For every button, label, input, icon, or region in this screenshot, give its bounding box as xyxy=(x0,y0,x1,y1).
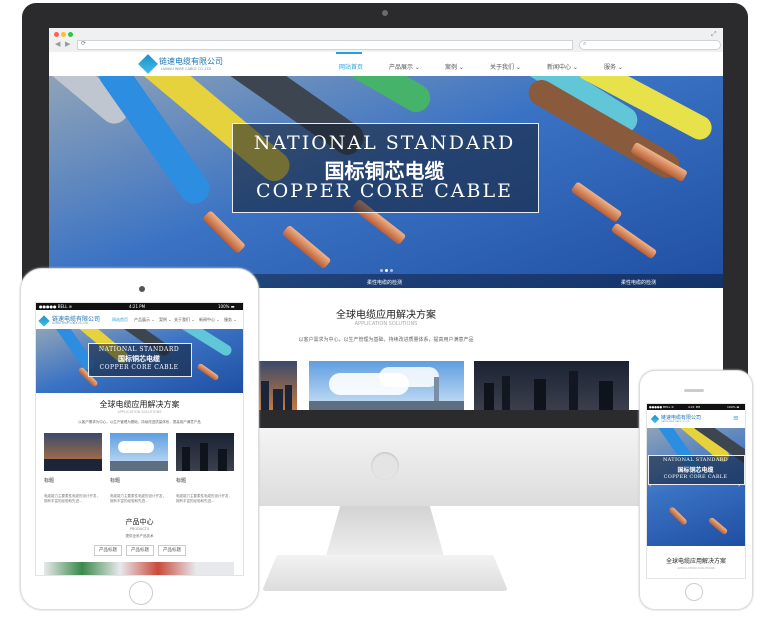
tablet-screen: ●●●●● BELL ≋ 4:21 PM 100% ▬ 链速电缆有限公司 LIA… xyxy=(35,302,244,576)
apple-logo-icon xyxy=(371,452,399,480)
tablet-nav-service[interactable]: 服务 ⌄ xyxy=(224,317,237,323)
phone-battery: 100% ▬ xyxy=(727,405,740,409)
phone-carrier: ●●●●● BELL ≋ xyxy=(649,405,674,409)
reload-icon[interactable]: ⟳ xyxy=(81,41,86,47)
menu-icon[interactable]: ≡ xyxy=(733,414,739,422)
imac-stand-foot xyxy=(262,555,508,591)
tablet-battery: 100% ▬ xyxy=(218,304,235,309)
solution-image-city-night[interactable] xyxy=(257,361,297,410)
phone-company-en: LIANSU WIRE CABLE CO.,LTD xyxy=(661,421,690,423)
phone-hero-next-icon[interactable]: › xyxy=(738,483,740,489)
hero-caption-left[interactable]: 柔性电缆的检测 xyxy=(367,279,402,286)
tablet-solution-text-3: 电缆能力主要柔性电缆的设计开发，拥有丰富的经验和先进... xyxy=(176,494,232,503)
tablet-nav-home[interactable]: 网站首页 xyxy=(112,317,128,323)
tablet-product-button-1[interactable]: 产品标题 xyxy=(94,545,122,556)
hero-banner[interactable]: NATIONAL STANDARD 国标铜芯电缆 COPPER CORE CAB… xyxy=(49,76,723,288)
phone-time: 4:21 PM xyxy=(688,405,701,409)
tablet-solution-label-2[interactable]: 标题 xyxy=(110,477,120,484)
phone-solutions-subtitle: APPLICATION SOLUTIONS xyxy=(677,566,715,570)
forward-arrow-icon[interactable]: ▶ xyxy=(65,40,70,48)
tablet-solution-text-2: 电缆能力主要柔性电缆的设计开发，拥有丰富的经验和先进... xyxy=(110,494,166,503)
tablet-hero-line-2: 国标铜芯电缆 xyxy=(118,354,160,363)
address-bar[interactable] xyxy=(77,40,573,50)
tablet-product-images[interactable] xyxy=(44,562,234,575)
phone-hero-line-1: NATIONAL STANDARD xyxy=(663,457,728,463)
nav-about[interactable]: 关于我们 ⌄ xyxy=(490,62,521,71)
nav-products[interactable]: 产品展示 ⌄ xyxy=(389,62,420,71)
hero-caption-right[interactable]: 柔性电缆的检测 xyxy=(621,279,656,286)
hero-line-1: NATIONAL STANDARD xyxy=(253,132,516,154)
tablet-solution-image-2[interactable] xyxy=(110,433,168,471)
nav-active-indicator xyxy=(336,52,362,54)
nav-news[interactable]: 新闻中心 ⌄ xyxy=(547,62,578,71)
phone-solutions-title: 全球电缆应用解决方案 xyxy=(665,558,726,565)
phone-hero-banner[interactable]: NATIONAL STANDARD 国标铜芯电缆 COPPER CORE CAB… xyxy=(647,428,745,546)
phone-hero-line-2: 国标铜芯电缆 xyxy=(677,467,714,474)
tablet-product-button-2[interactable]: 产品标题 xyxy=(126,545,154,556)
nav-cases[interactable]: 案例 ⌄ xyxy=(445,62,464,71)
tablet-solution-label-1[interactable]: 标题 xyxy=(44,477,54,484)
tablet-time: 4:21 PM xyxy=(129,304,146,309)
tablet-nav-products[interactable]: 产品展示 ⌄ xyxy=(134,317,155,323)
tablet-solution-image-3[interactable] xyxy=(176,433,234,471)
tablet-carrier: ●●●●● BELL ≋ xyxy=(39,304,73,309)
nav-service[interactable]: 服务 ⌄ xyxy=(604,62,623,71)
phone-screen: ●●●●● BELL ≋ 4:21 PM 100% ▬ 链速电缆有限公司 LIA… xyxy=(646,403,746,579)
back-arrow-icon[interactable]: ◀ xyxy=(55,40,60,48)
tablet-nav-news[interactable]: 新闻中心 ⌄ xyxy=(199,317,220,323)
imac-stand-neck xyxy=(326,506,444,556)
company-name-en: LIANSU WIRE CABLE CO.,LTD xyxy=(161,67,212,71)
tablet-solutions-subtitle: APPLICATION SOLUTIONS xyxy=(117,410,162,414)
phone-hero-prev-icon[interactable]: ‹ xyxy=(649,483,651,489)
tablet-product-button-3[interactable]: 产品标题 xyxy=(158,545,186,556)
tablet-solution-label-3[interactable]: 标题 xyxy=(176,477,186,484)
tablet-products-desc: 提供全系产品技术 xyxy=(125,534,154,538)
tablet-solution-text-1: 电缆能力主要柔性电缆的设计开发，拥有丰富的经验和先进... xyxy=(44,494,100,503)
tablet-hero-line-3: COPPER CORE CABLE xyxy=(99,364,179,371)
tablet-camera xyxy=(139,286,145,292)
phone-home-button[interactable] xyxy=(685,583,703,601)
tablet-nav-about[interactable]: 关于我们 ⌄ xyxy=(174,317,195,323)
solution-image-night-skyline[interactable] xyxy=(474,361,629,410)
phone-speaker xyxy=(684,389,704,392)
expand-icon[interactable]: ⤢ xyxy=(711,30,717,38)
tablet-solutions-title: 全球电缆应用解决方案 xyxy=(99,400,180,409)
company-logo-icon[interactable] xyxy=(138,54,158,74)
tablet-hero-line-1: NATIONAL STANDARD xyxy=(98,346,180,353)
phone-hero-line-3: COPPER CORE CABLE xyxy=(663,474,728,480)
tablet-solutions-desc: 以客户需求为中心，以生产管理为基础，持续改进质量体系，提高用户满意产品 xyxy=(78,420,201,424)
tablet-products-subtitle: PRODUCTS xyxy=(129,527,150,531)
search-icon: ⌕ xyxy=(583,40,587,47)
solution-image-skyline[interactable] xyxy=(309,361,464,410)
maximize-window-icon[interactable] xyxy=(68,32,73,37)
hero-line-3: COPPER CORE CABLE xyxy=(256,180,513,202)
solutions-subtitle: APPLICATION SOLUTIONS xyxy=(354,321,418,327)
tablet-nav-cases[interactable]: 案例 ⌄ xyxy=(159,317,172,323)
solutions-title: 全球电缆应用解决方案 xyxy=(336,310,436,321)
tablet-solution-image-1[interactable] xyxy=(44,433,102,471)
nav-home[interactable]: 网站首页 xyxy=(339,62,363,71)
tablet-hero-banner[interactable]: NATIONAL STANDARD 国标铜芯电缆 COPPER CORE CAB… xyxy=(36,329,243,393)
company-logo-icon[interactable] xyxy=(650,414,660,424)
hero-pagination[interactable] xyxy=(379,265,394,272)
phone-company-name[interactable]: 链速电缆有限公司 xyxy=(661,414,701,421)
company-logo-icon[interactable] xyxy=(38,315,50,327)
browser-search-box[interactable] xyxy=(579,40,721,50)
tablet-home-button[interactable] xyxy=(129,581,153,605)
tablet-company-en: LIANSU WIRE CABLE CO.,LTD xyxy=(52,322,88,325)
browser-chrome: ◀ ▶ ⟳ ⌕ ⤢ xyxy=(49,28,723,53)
company-name[interactable]: 链速电缆有限公司 xyxy=(159,56,223,67)
close-window-icon[interactable] xyxy=(54,32,59,37)
imac-camera xyxy=(382,10,388,16)
minimize-window-icon[interactable] xyxy=(61,32,66,37)
tablet-products-title: 产品中心 xyxy=(125,518,154,526)
